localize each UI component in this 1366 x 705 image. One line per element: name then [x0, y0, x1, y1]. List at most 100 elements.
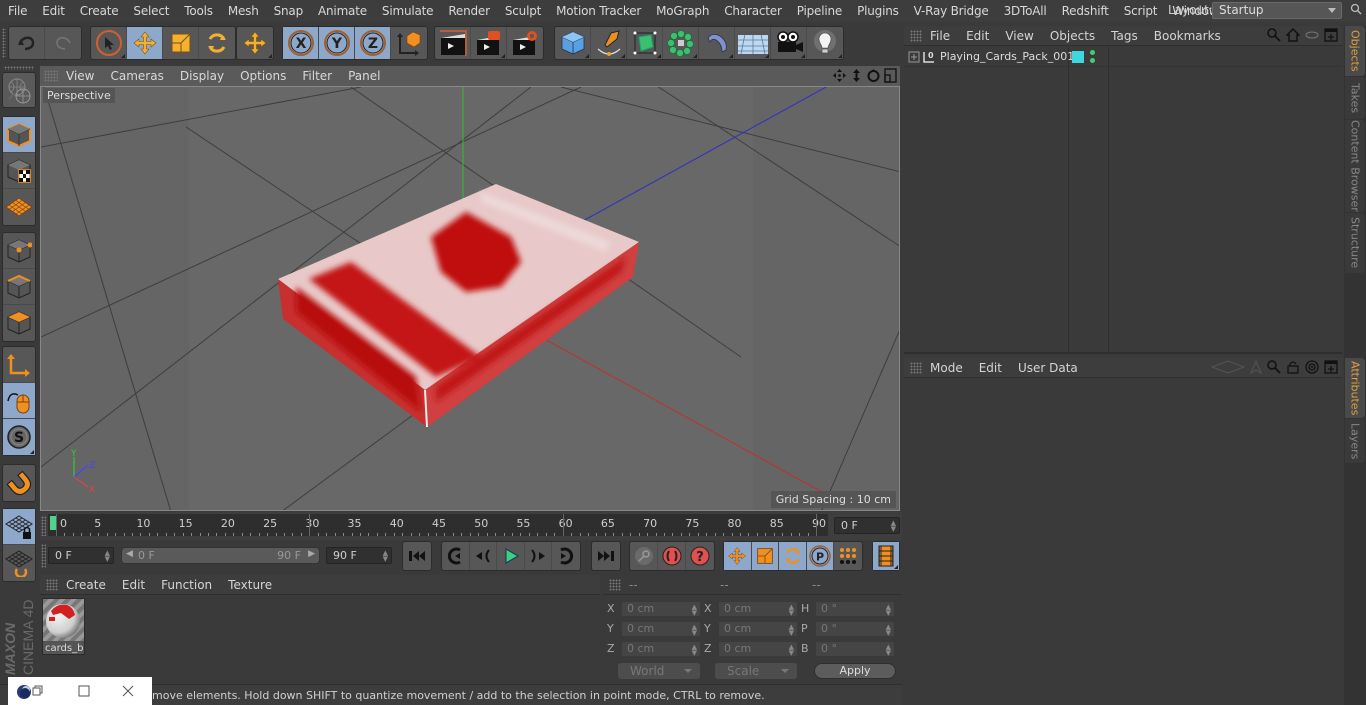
- material-menu-edit[interactable]: Edit: [114, 578, 153, 592]
- floor-button[interactable]: [735, 27, 771, 59]
- pen-button[interactable]: [591, 27, 627, 59]
- objects-menu-objects[interactable]: Objects: [1042, 29, 1103, 43]
- attributes-menu-mode[interactable]: Mode: [922, 361, 971, 375]
- position-z-field[interactable]: 0 cm ▲ ▼: [621, 641, 701, 657]
- menu-create[interactable]: Create: [72, 4, 126, 18]
- polygons-mode-button[interactable]: [3, 305, 35, 341]
- prev-key-button[interactable]: [442, 542, 470, 570]
- menu-edit[interactable]: Edit: [34, 4, 71, 18]
- tab-layers[interactable]: Layers: [1345, 419, 1365, 463]
- coordinate-system-button[interactable]: [391, 27, 427, 59]
- go-to-start-button[interactable]: [403, 542, 431, 570]
- menu-motion-tracker[interactable]: Motion Tracker: [548, 4, 648, 18]
- menu-snap[interactable]: Snap: [266, 4, 310, 18]
- cube-button[interactable]: [555, 27, 591, 59]
- planar-workplane-button[interactable]: [3, 545, 35, 581]
- rotate-view-icon[interactable]: [866, 68, 881, 83]
- left-toolbar-grip[interactable]: [4, 66, 34, 70]
- objects-menu-file[interactable]: File: [922, 29, 958, 43]
- edges-mode-button[interactable]: [3, 269, 35, 305]
- rotation-p-field[interactable]: 0 ° ▲ ▼: [815, 621, 895, 637]
- timeline-window-button[interactable]: [873, 542, 899, 570]
- move-button[interactable]: [127, 27, 163, 59]
- back-arrow-icon[interactable]: [1211, 360, 1245, 374]
- solo-button[interactable]: S: [3, 419, 35, 455]
- y-axis-button[interactable]: Y: [319, 27, 355, 59]
- range-left-arrow-icon[interactable]: ◀: [126, 549, 133, 559]
- menu-mograph[interactable]: MoGraph: [648, 4, 716, 18]
- menu-script[interactable]: Script: [1116, 4, 1165, 18]
- search-icon[interactable]: [1267, 28, 1281, 42]
- camera-button[interactable]: [771, 27, 807, 59]
- new-panel-icon[interactable]: [1324, 28, 1338, 42]
- render-view-button[interactable]: [435, 27, 471, 59]
- objects-menu-view[interactable]: View: [997, 29, 1041, 43]
- rotation-b-field[interactable]: 0 ° ▲ ▼: [815, 641, 895, 657]
- viewport-grip[interactable]: [44, 70, 58, 82]
- menu-redshift[interactable]: Redshift: [1054, 4, 1116, 18]
- menu-simulate[interactable]: Simulate: [374, 4, 440, 18]
- scale-key-button[interactable]: [751, 542, 780, 570]
- redo-button[interactable]: [45, 27, 81, 59]
- picture-viewer-button[interactable]: [471, 27, 507, 59]
- menu-file[interactable]: File: [0, 4, 34, 18]
- menu-v-ray-bridge[interactable]: V-Ray Bridge: [906, 4, 996, 18]
- start-frame-field[interactable]: 0 F ▲ ▼: [48, 547, 114, 564]
- menu-sculpt[interactable]: Sculpt: [497, 4, 548, 18]
- object-row[interactable]: 0 Playing_Cards_Pack_001: [904, 47, 1342, 67]
- frame-range-slider[interactable]: ◀ 0 F 90 F ▶: [121, 547, 320, 564]
- size-z-field[interactable]: 0 cm ▲ ▼: [718, 641, 798, 657]
- 3d-viewport[interactable]: Y Z X Perspective Grid Spacing : 10 cm: [40, 86, 900, 511]
- attributes-grip[interactable]: [910, 361, 922, 374]
- timeline-ruler[interactable]: 0 5 10 15 20 25 30 35 40 45 50 55 60 65 70 75 80 85 90: [48, 514, 828, 536]
- close-icon[interactable]: [122, 685, 134, 697]
- zoom-view-icon[interactable]: [849, 68, 864, 83]
- tab-content-browser[interactable]: Content Browser: [1345, 120, 1365, 212]
- visibility-icon[interactable]: [1305, 28, 1319, 42]
- material-grip[interactable]: [46, 578, 58, 591]
- objects-grip[interactable]: [910, 29, 922, 42]
- locked-workplane-button[interactable]: [3, 509, 35, 545]
- transport-grip[interactable]: [41, 544, 46, 568]
- x-axis-button[interactable]: X: [283, 27, 319, 59]
- maximize-icon[interactable]: [78, 685, 90, 697]
- cloner-button[interactable]: [663, 27, 699, 59]
- scale-button[interactable]: [163, 27, 199, 59]
- light-button[interactable]: [807, 27, 843, 59]
- next-key-button[interactable]: [552, 542, 580, 570]
- range-right-arrow-icon[interactable]: ▶: [308, 549, 315, 559]
- z-axis-button[interactable]: Z: [355, 27, 391, 59]
- position-y-field[interactable]: 0 cm ▲ ▼: [621, 621, 701, 637]
- pla-key-button[interactable]: [834, 542, 862, 570]
- search-icon[interactable]: [1350, 3, 1362, 15]
- axis-mode-button[interactable]: [3, 347, 35, 383]
- workplane-button[interactable]: [3, 189, 35, 225]
- model-mode-button[interactable]: [3, 117, 35, 153]
- tab-objects[interactable]: Objects: [1345, 26, 1365, 76]
- objects-menu-bookmarks[interactable]: Bookmarks: [1146, 29, 1229, 43]
- lock-icon[interactable]: [1286, 360, 1300, 374]
- menu-mesh[interactable]: Mesh: [220, 4, 266, 18]
- subdivision-button[interactable]: [627, 27, 663, 59]
- viewport-menu-panel[interactable]: Panel: [340, 69, 388, 83]
- render-visibility-dot[interactable]: [1090, 58, 1095, 63]
- record-button[interactable]: [658, 542, 686, 570]
- snap-button[interactable]: [3, 465, 35, 501]
- tab-attributes[interactable]: Attributes: [1345, 358, 1365, 418]
- points-mode-button[interactable]: [3, 233, 35, 269]
- viewport-menu-options[interactable]: Options: [232, 69, 294, 83]
- recent-tool-button[interactable]: [237, 27, 273, 59]
- make-editable-button[interactable]: [3, 73, 35, 109]
- target-icon[interactable]: [1305, 360, 1319, 374]
- live-selection-button[interactable]: [91, 27, 127, 59]
- attributes-menu-user-data[interactable]: User Data: [1010, 361, 1086, 375]
- viewport-menu-view[interactable]: View: [58, 69, 102, 83]
- current-frame-field[interactable]: 0 F ▲ ▼: [834, 517, 900, 534]
- toolbar-grip[interactable]: [2, 28, 6, 58]
- go-to-end-button[interactable]: [592, 542, 620, 570]
- render-settings-button[interactable]: [507, 27, 543, 59]
- layout-select[interactable]: Startup: [1212, 2, 1342, 19]
- rotation-h-field[interactable]: 0 ° ▲ ▼: [815, 601, 895, 617]
- coordinate-space-dropdown[interactable]: World: [618, 663, 700, 679]
- material-swatch[interactable]: cards_b: [42, 598, 85, 655]
